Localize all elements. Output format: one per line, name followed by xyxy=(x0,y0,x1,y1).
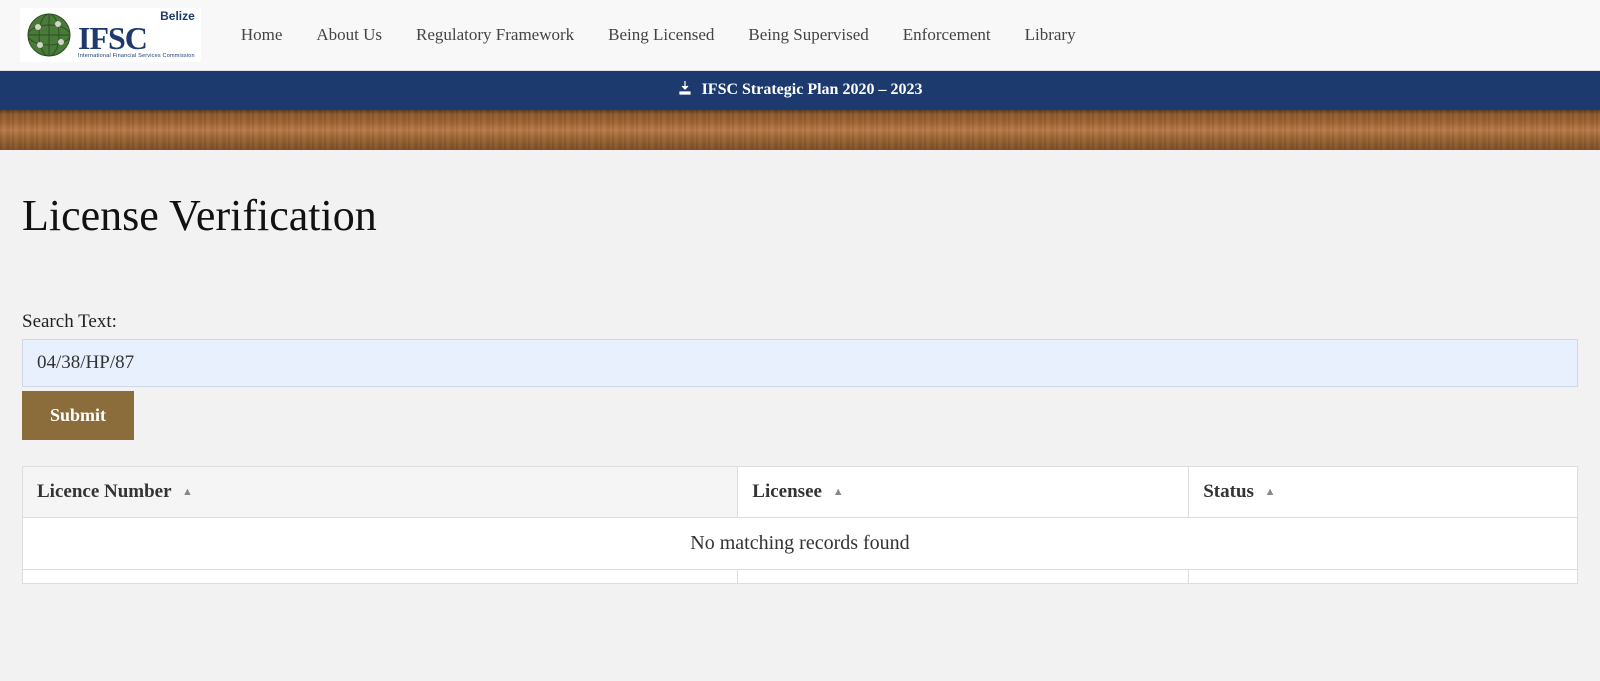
submit-button[interactable]: Submit xyxy=(22,391,134,440)
search-label: Search Text: xyxy=(22,311,1578,333)
footer-cell xyxy=(23,569,738,583)
nav-about-us[interactable]: About Us xyxy=(316,25,382,45)
column-licensee[interactable]: Licensee ▲ xyxy=(738,466,1189,517)
sort-asc-icon: ▲ xyxy=(1265,486,1276,498)
logo-subtitle: International Financial Services Commiss… xyxy=(78,54,195,60)
nav-enforcement[interactable]: Enforcement xyxy=(903,25,991,45)
nav-being-supervised[interactable]: Being Supervised xyxy=(748,25,868,45)
results-table-wrap: Licence Number ▲ Licensee ▲ Status ▲ No … xyxy=(22,466,1578,584)
nav-being-licensed[interactable]: Being Licensed xyxy=(608,25,714,45)
column-label: Licence Number xyxy=(37,481,171,502)
strategic-plan-banner[interactable]: IFSC Strategic Plan 2020 – 2023 xyxy=(0,71,1600,110)
table-footer-row xyxy=(23,569,1578,583)
nav-library[interactable]: Library xyxy=(1025,25,1076,45)
main-nav: Home About Us Regulatory Framework Being… xyxy=(241,25,1076,45)
no-records-text: No matching records found xyxy=(23,517,1578,569)
page-title: License Verification xyxy=(22,190,1578,241)
content: License Verification Search Text: Submit… xyxy=(0,150,1600,604)
logo-text: Belize IFSC International Financial Serv… xyxy=(78,10,195,60)
banner-text: IFSC Strategic Plan 2020 – 2023 xyxy=(702,81,923,98)
column-label: Status xyxy=(1203,481,1254,502)
column-label: Licensee xyxy=(752,481,822,502)
search-input[interactable] xyxy=(22,339,1578,387)
sort-asc-icon: ▲ xyxy=(182,486,193,498)
download-icon xyxy=(678,81,692,100)
wood-strip xyxy=(0,110,1600,150)
logo[interactable]: Belize IFSC International Financial Serv… xyxy=(20,8,201,62)
results-table: Licence Number ▲ Licensee ▲ Status ▲ No … xyxy=(22,466,1578,584)
header: Belize IFSC International Financial Serv… xyxy=(0,0,1600,71)
column-status[interactable]: Status ▲ xyxy=(1189,466,1578,517)
footer-cell xyxy=(738,569,1189,583)
sort-asc-icon: ▲ xyxy=(833,486,844,498)
logo-ifsc: IFSC xyxy=(78,22,195,54)
column-licence-number[interactable]: Licence Number ▲ xyxy=(23,466,738,517)
globe-icon xyxy=(26,12,72,58)
nav-home[interactable]: Home xyxy=(241,25,283,45)
nav-regulatory-framework[interactable]: Regulatory Framework xyxy=(416,25,574,45)
no-records-row: No matching records found xyxy=(23,517,1578,569)
footer-cell xyxy=(1189,569,1578,583)
